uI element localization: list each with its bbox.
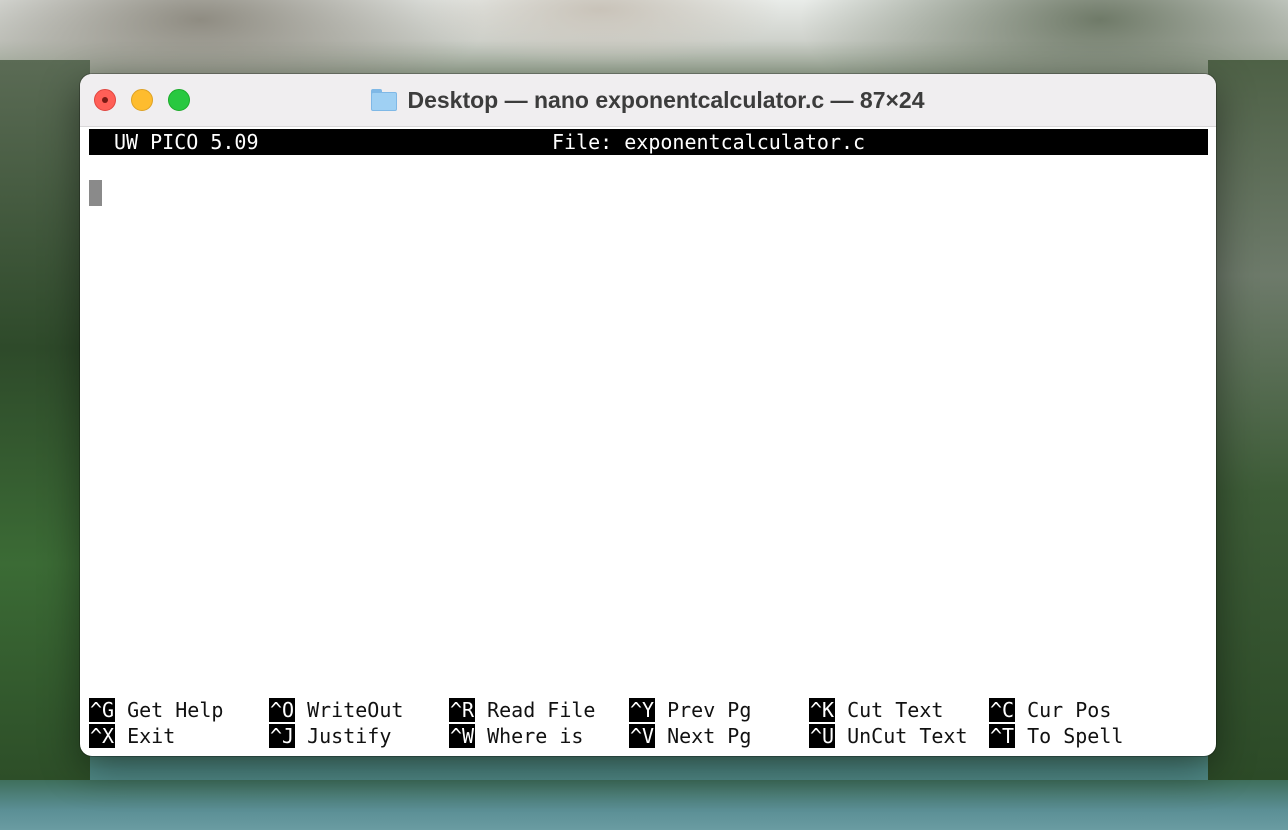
shortcut-justify[interactable]: ^J Justify xyxy=(269,723,391,749)
folder-icon xyxy=(371,89,398,111)
shortcut-key: ^K xyxy=(809,698,836,722)
shortcut-read-file[interactable]: ^R Read File xyxy=(449,697,595,723)
shortcut-uncut-text[interactable]: ^U UnCut Text xyxy=(809,723,968,749)
shortcut-cut-text[interactable]: ^K Cut Text xyxy=(809,697,943,723)
shortcut-label: Cut Text xyxy=(847,698,944,722)
shortcut-exit[interactable]: ^X Exit xyxy=(89,723,175,749)
shortcut-key: ^C xyxy=(989,698,1016,722)
pico-header-bar: UW PICO 5.09 File: exponentcalculator.c xyxy=(89,129,1208,155)
shortcut-bar: ^G Get Help ^O WriteOut ^R Read File ^Y Prev… xyxy=(89,697,1208,751)
shortcut-label: Prev Pg xyxy=(667,698,752,722)
shortcut-key: ^T xyxy=(989,724,1016,748)
title-bar[interactable]: Desktop — nano exponentcalculator.c — 87… xyxy=(80,74,1216,127)
shortcut-label: To Spell xyxy=(1027,724,1124,748)
shortcut-key: ^O xyxy=(269,698,296,722)
shortcut-key: ^R xyxy=(449,698,476,722)
shortcut-key: ^G xyxy=(89,698,116,722)
shortcut-to-spell[interactable]: ^T To Spell xyxy=(989,723,1123,749)
shortcut-label: UnCut Text xyxy=(847,724,968,748)
terminal-window: Desktop — nano exponentcalculator.c — 87… xyxy=(80,74,1216,756)
shortcut-label: Exit xyxy=(127,724,176,748)
shortcut-label: Where is xyxy=(487,724,584,748)
shortcut-label: Justify xyxy=(307,724,392,748)
shortcut-label: Next Pg xyxy=(667,724,752,748)
shortcut-where-is[interactable]: ^W Where is xyxy=(449,723,583,749)
shortcut-label: WriteOut xyxy=(307,698,404,722)
shortcut-key: ^X xyxy=(89,724,116,748)
shortcut-label: Get Help xyxy=(127,698,224,722)
text-cursor xyxy=(89,180,102,206)
shortcut-key: ^V xyxy=(629,724,656,748)
shortcut-prev-pg[interactable]: ^Y Prev Pg xyxy=(629,697,751,723)
wallpaper-right xyxy=(1208,60,1288,780)
shortcut-cur-pos[interactable]: ^C Cur Pos xyxy=(989,697,1111,723)
shortcut-key: ^W xyxy=(449,724,476,748)
window-title-group: Desktop — nano exponentcalculator.c — 87… xyxy=(80,74,1216,126)
shortcut-next-pg[interactable]: ^V Next Pg xyxy=(629,723,751,749)
wallpaper-left xyxy=(0,60,90,780)
shortcut-key: ^Y xyxy=(629,698,656,722)
shortcut-writeout[interactable]: ^O WriteOut xyxy=(269,697,403,723)
window-title: Desktop — nano exponentcalculator.c — 87… xyxy=(407,86,925,113)
shortcut-key: ^U xyxy=(809,724,836,748)
shortcut-label: Cur Pos xyxy=(1027,698,1112,722)
wallpaper-lake xyxy=(0,780,1288,830)
shortcut-get-help[interactable]: ^G Get Help xyxy=(89,697,223,723)
shortcut-label: Read File xyxy=(487,698,596,722)
terminal-content[interactable]: UW PICO 5.09 File: exponentcalculator.c … xyxy=(89,129,1208,749)
shortcut-key: ^J xyxy=(269,724,296,748)
file-name-label: File: exponentcalculator.c xyxy=(552,130,866,154)
app-version: UW PICO 5.09 xyxy=(114,130,259,154)
